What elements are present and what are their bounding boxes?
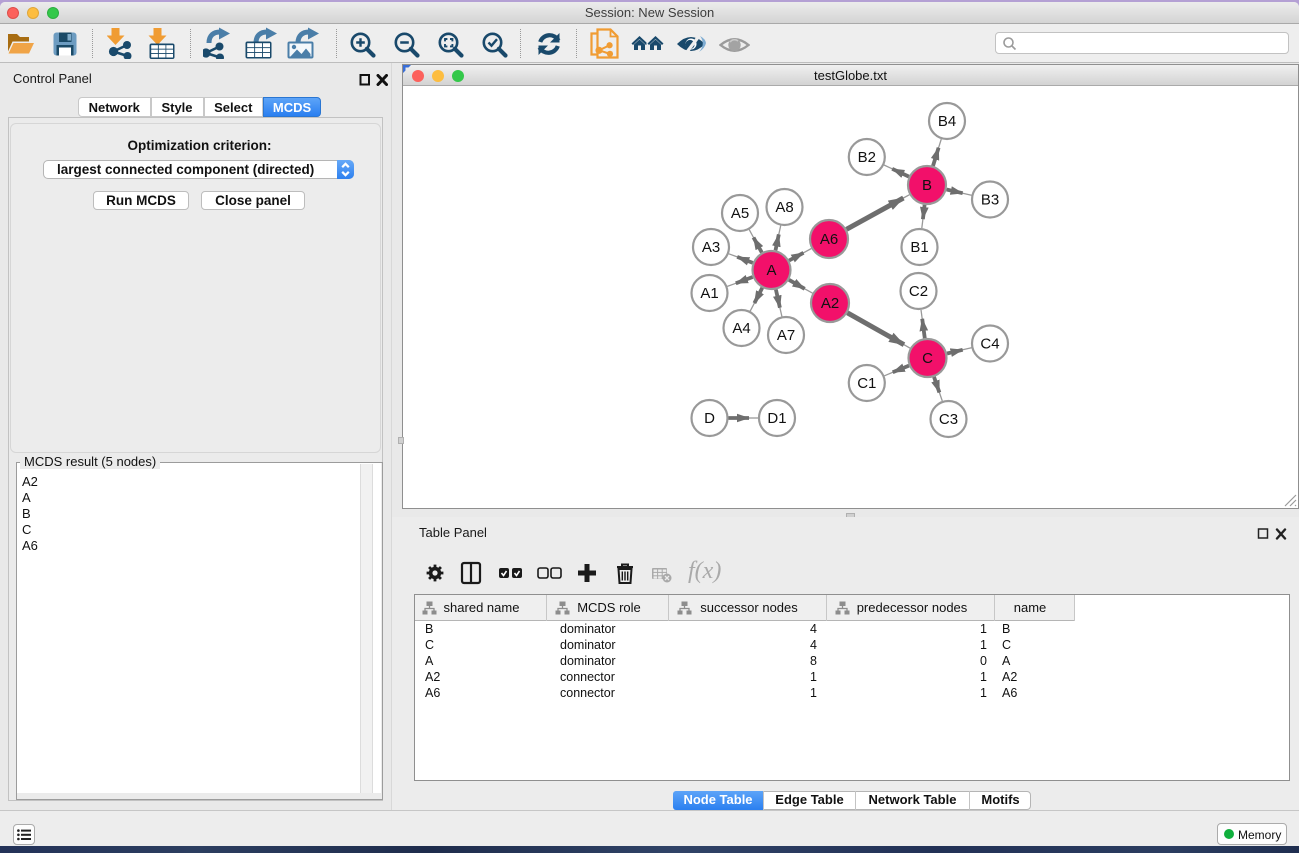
- svg-text:B1: B1: [910, 239, 928, 256]
- svg-text:A8: A8: [775, 199, 793, 216]
- svg-text:A4: A4: [732, 320, 750, 337]
- svg-text:C3: C3: [939, 411, 958, 428]
- svg-text:B2: B2: [858, 149, 876, 166]
- svg-text:A6: A6: [820, 231, 838, 248]
- svg-text:C2: C2: [909, 283, 928, 300]
- svg-text:A3: A3: [702, 239, 720, 256]
- svg-text:D: D: [704, 410, 715, 427]
- svg-text:B3: B3: [981, 192, 999, 209]
- svg-text:A: A: [766, 262, 776, 279]
- svg-text:C: C: [922, 350, 933, 367]
- svg-text:A2: A2: [821, 295, 839, 312]
- svg-text:B4: B4: [938, 113, 956, 130]
- svg-text:C4: C4: [980, 336, 999, 353]
- svg-text:A7: A7: [777, 327, 795, 344]
- svg-text:C1: C1: [857, 375, 876, 392]
- svg-text:A5: A5: [731, 205, 749, 222]
- svg-text:D1: D1: [767, 410, 786, 427]
- svg-text:A1: A1: [700, 285, 718, 302]
- svg-text:B: B: [922, 177, 932, 194]
